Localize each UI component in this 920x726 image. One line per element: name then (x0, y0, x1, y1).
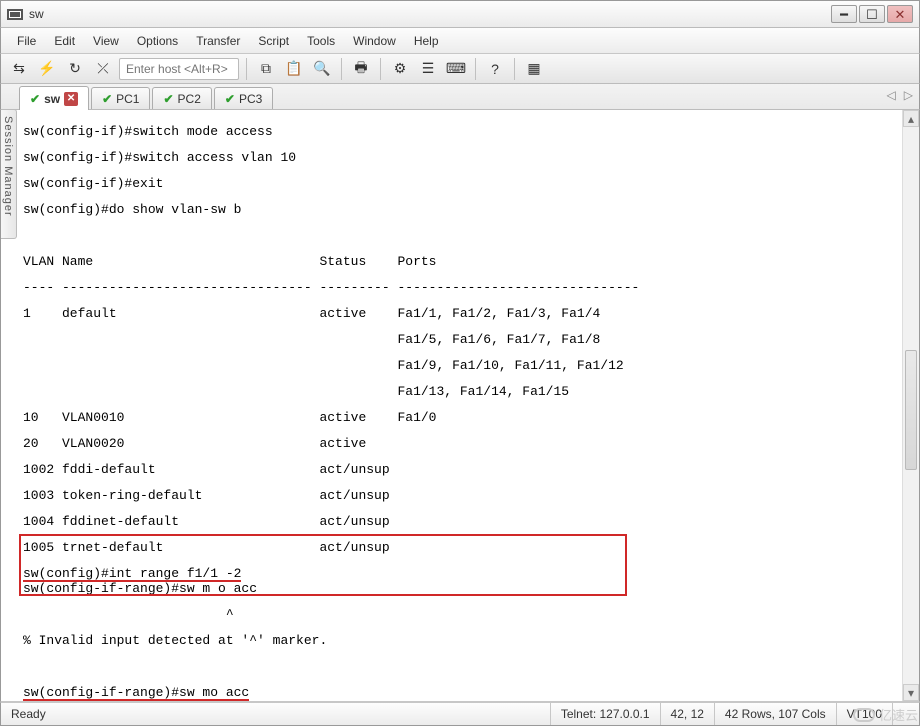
connect-icon[interactable]: ⇆ (7, 57, 31, 81)
disconnect-icon[interactable]: ⤫ (91, 57, 115, 81)
menu-bar: File Edit View Options Transfer Script T… (0, 28, 920, 54)
menu-transfer[interactable]: Transfer (188, 30, 248, 52)
terminal-line: 1003 token-ring-default act/unsup (23, 488, 390, 503)
options-icon[interactable]: ⚙ (388, 57, 412, 81)
terminal-line: sw(config-if)#switch access vlan 10 (23, 150, 296, 165)
tab-nav-arrows: ◁ ▷ (887, 88, 913, 102)
menu-help[interactable]: Help (406, 30, 447, 52)
terminal-line: sw(config-if-range)#sw mo acc (23, 686, 249, 701)
menu-edit[interactable]: Edit (46, 30, 83, 52)
reconnect-icon[interactable]: ↻ (63, 57, 87, 81)
terminal-line: 1 default active Fa1/1, Fa1/2, Fa1/3, Fa… (23, 306, 600, 321)
toolbar-separator (341, 58, 342, 80)
tab-label: sw (44, 92, 60, 106)
terminal-line: 1005 trnet-default act/unsup (23, 540, 390, 555)
check-icon: ✔ (163, 92, 173, 106)
status-connection: Telnet: 127.0.0.1 (551, 703, 661, 725)
menu-options[interactable]: Options (129, 30, 186, 52)
toolbar-separator (380, 58, 381, 80)
tab-sw[interactable]: ✔ sw ✕ (19, 86, 89, 110)
scroll-track[interactable] (903, 127, 919, 684)
terminal-line: Fa1/13, Fa1/14, Fa1/15 (23, 384, 569, 399)
check-icon: ✔ (225, 92, 235, 106)
menu-window[interactable]: Window (345, 30, 404, 52)
tab-label: PC3 (239, 92, 262, 106)
tab-label: PC1 (116, 92, 139, 106)
print-icon[interactable]: 🖶 (349, 57, 373, 81)
toolbar-separator (475, 58, 476, 80)
scroll-down-icon[interactable]: ▾ (903, 684, 919, 701)
scroll-thumb[interactable] (905, 350, 917, 470)
check-icon: ✔ (30, 92, 40, 106)
close-button[interactable]: ✕ (887, 5, 913, 23)
status-grip (893, 703, 919, 725)
terminal-line: % Invalid input detected at '^' marker. (23, 633, 327, 648)
status-bar: Ready Telnet: 127.0.0.1 42, 12 42 Rows, … (0, 702, 920, 726)
script-icon[interactable]: ▦ (522, 57, 546, 81)
menu-file[interactable]: File (9, 30, 44, 52)
session-manager-tab[interactable]: Session Manager (1, 109, 17, 239)
terminal-line: Fa1/5, Fa1/6, Fa1/7, Fa1/8 (23, 332, 600, 347)
terminal-line: ---- -------------------------------- --… (23, 280, 639, 295)
tab-nav-right-icon[interactable]: ▷ (904, 88, 913, 102)
status-emulation: VT100 (837, 703, 893, 725)
minimize-button[interactable]: ━ (831, 5, 857, 23)
session-manager-label: Session Manager (1, 110, 15, 223)
host-input[interactable] (119, 58, 239, 80)
paste-icon[interactable]: 📋 (282, 57, 306, 81)
terminal-line: 20 VLAN0020 active (23, 436, 366, 451)
scrollbar[interactable]: ▴ ▾ (902, 110, 919, 701)
toolbar-separator (514, 58, 515, 80)
tab-pc3[interactable]: ✔ PC3 (214, 87, 273, 109)
toolbar: ⇆ ⚡ ↻ ⤫ ⧉ 📋 🔍 🖶 ⚙ ☰ ⌨ ? ▦ (0, 54, 920, 84)
app-icon (7, 9, 23, 20)
tab-pc1[interactable]: ✔ PC1 (91, 87, 150, 109)
tab-nav-left-icon[interactable]: ◁ (887, 88, 896, 102)
terminal-area: sw(config-if)#switch mode access sw(conf… (0, 110, 920, 702)
check-icon: ✔ (102, 92, 112, 106)
status-ready: Ready (1, 703, 551, 725)
tab-pc2[interactable]: ✔ PC2 (152, 87, 211, 109)
terminal-line: VLAN Name Status Ports (23, 254, 436, 269)
copy-icon[interactable]: ⧉ (254, 57, 278, 81)
keyboard-icon[interactable]: ⌨ (444, 57, 468, 81)
terminal-line: Fa1/9, Fa1/10, Fa1/11, Fa1/12 (23, 358, 624, 373)
toolbar-separator (246, 58, 247, 80)
menu-view[interactable]: View (85, 30, 127, 52)
quick-connect-icon[interactable]: ⚡ (35, 57, 59, 81)
terminal-line: 1004 fddinet-default act/unsup (23, 514, 390, 529)
terminal[interactable]: sw(config-if)#switch mode access sw(conf… (1, 110, 902, 701)
terminal-line: sw(config)#int range f1/1 -2 (23, 567, 241, 582)
status-cursor-pos: 42, 12 (661, 703, 715, 725)
terminal-line: ^ (23, 607, 234, 622)
menu-script[interactable]: Script (250, 30, 297, 52)
tab-close-icon[interactable]: ✕ (64, 92, 78, 106)
title-bar: sw ━ ☐ ✕ (0, 0, 920, 28)
terminal-line: sw(config-if)#switch mode access (23, 124, 273, 139)
terminal-line: sw(config-if-range)#sw m o acc (23, 581, 257, 596)
menu-tools[interactable]: Tools (299, 30, 343, 52)
session-options-icon[interactable]: ☰ (416, 57, 440, 81)
terminal-line: 1002 fddi-default act/unsup (23, 462, 390, 477)
maximize-button[interactable]: ☐ (859, 5, 885, 23)
find-icon[interactable]: 🔍 (310, 57, 334, 81)
terminal-line: 10 VLAN0010 active Fa1/0 (23, 410, 436, 425)
status-dimensions: 42 Rows, 107 Cols (715, 703, 837, 725)
scroll-up-icon[interactable]: ▴ (903, 110, 919, 127)
help-icon[interactable]: ? (483, 57, 507, 81)
tab-strip: ✔ sw ✕ ✔ PC1 ✔ PC2 ✔ PC3 ◁ ▷ (0, 84, 920, 110)
window-title: sw (29, 7, 831, 21)
tab-label: PC2 (178, 92, 201, 106)
terminal-line: sw(config-if)#exit (23, 176, 163, 191)
terminal-line: sw(config)#do show vlan-sw b (23, 202, 241, 217)
